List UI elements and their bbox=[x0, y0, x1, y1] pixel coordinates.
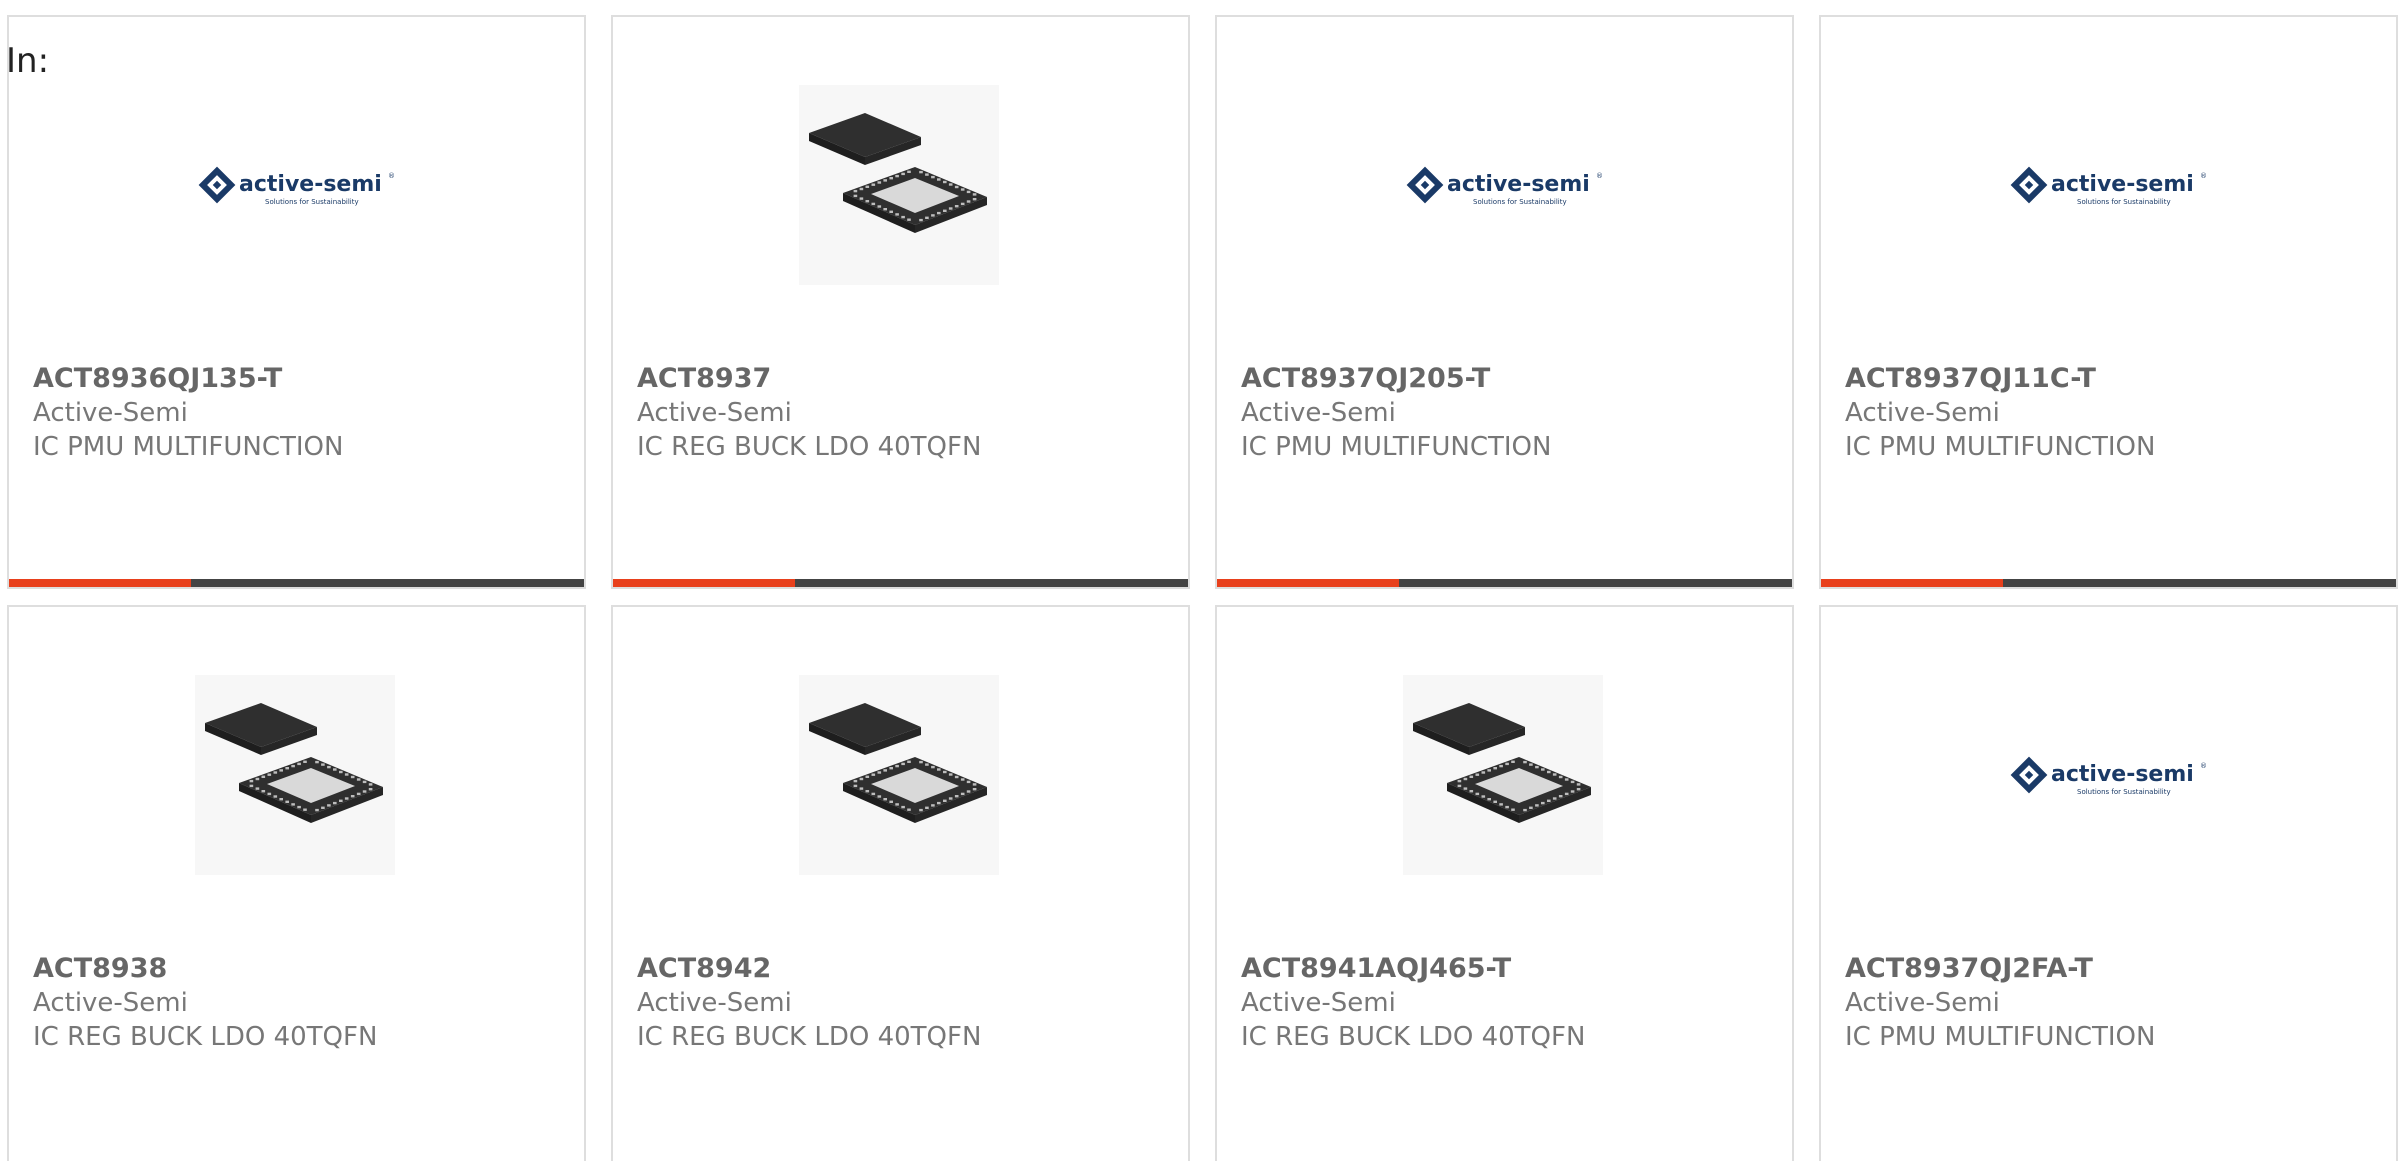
logo-tagline-text: Solutions for Sustainability bbox=[265, 198, 359, 206]
product-description: IC PMU MULTIFUNCTION bbox=[1241, 432, 1552, 462]
part-number[interactable]: ACT8937QJ11C-T bbox=[1845, 362, 2376, 396]
part-number[interactable]: ACT8942 bbox=[637, 952, 1168, 986]
active-semi-logo-icon: active-semiSolutions for Sustainability ® bbox=[2010, 166, 2207, 206]
qfn-chip-icon bbox=[195, 675, 395, 875]
product-description: IC PMU MULTIFUNCTION bbox=[33, 432, 344, 462]
product-info: ACT8937QJ205-T Active-Semi IC PMU MULTIFUN… bbox=[1241, 362, 1772, 464]
manufacturer: Active-Semi bbox=[1241, 988, 1396, 1018]
product-image[interactable] bbox=[799, 675, 999, 875]
product-image[interactable]: active-semi Solutions for Sustainability ® bbox=[2007, 85, 2207, 285]
bar-rest bbox=[795, 579, 1188, 587]
manufacturer: Active-Semi bbox=[637, 398, 792, 428]
bar-accent bbox=[1821, 579, 2003, 587]
active-semi-logo-icon: active-semiSolutions for Sustainability ® bbox=[2010, 756, 2207, 796]
svg-text:®: ® bbox=[1596, 172, 1603, 180]
product-image[interactable]: active-semi Solutions for Sustainability ® bbox=[195, 85, 395, 285]
logo-tagline-text: Solutions for Sustainability bbox=[2077, 788, 2171, 796]
bar-rest bbox=[1399, 579, 1792, 587]
svg-text:®: ® bbox=[2200, 762, 2207, 770]
bar-accent bbox=[613, 579, 795, 587]
product-description: IC PMU MULTIFUNCTION bbox=[1845, 1022, 2156, 1052]
product-card[interactable]: ACT8938 Active-Semi IC REG BUCK LDO 40TQFN bbox=[7, 605, 586, 1161]
product-info: ACT8942 Active-Semi IC REG BUCK LDO 40TQFN bbox=[637, 952, 1168, 1054]
product-card[interactable]: ACT8937 Active-Semi IC REG BUCK LDO 40TQFN bbox=[611, 15, 1190, 589]
card-bottom-bar bbox=[9, 579, 584, 587]
product-card[interactable]: active-semi Solutions for Sustainability ®… bbox=[7, 15, 586, 589]
active-semi-logo-icon: active-semiSolutions for Sustainability ® bbox=[1406, 166, 1603, 206]
product-info: ACT8936QJ135-T Active-Semi IC PMU MULTIFUN… bbox=[33, 362, 564, 464]
product-info: ACT8937 Active-Semi IC REG BUCK LDO 40TQFN bbox=[637, 362, 1168, 464]
part-number[interactable]: ACT8941AQJ465-T bbox=[1241, 952, 1772, 986]
manufacturer: Active-Semi bbox=[1845, 398, 2000, 428]
card-bottom-bar bbox=[1217, 579, 1792, 587]
product-image[interactable]: active-semi Solutions for Sustainability ® bbox=[2007, 675, 2207, 875]
logo-tagline-text: Solutions for Sustainability bbox=[1473, 198, 1567, 206]
bar-accent bbox=[1217, 579, 1399, 587]
product-card[interactable]: ACT8941AQJ465-T Active-Semi IC REG BUCK LD… bbox=[1215, 605, 1794, 1161]
product-info: ACT8941AQJ465-T Active-Semi IC REG BUCK LD… bbox=[1241, 952, 1772, 1054]
svg-text:®: ® bbox=[2200, 172, 2207, 180]
manufacturer: Active-Semi bbox=[1241, 398, 1396, 428]
qfn-chip-icon bbox=[1403, 675, 1603, 875]
product-description: IC PMU MULTIFUNCTION bbox=[1845, 432, 2156, 462]
qfn-chip-icon bbox=[799, 675, 999, 875]
part-number[interactable]: ACT8936QJ135-T bbox=[33, 362, 564, 396]
card-bottom-bar bbox=[613, 579, 1188, 587]
product-image[interactable] bbox=[1403, 675, 1603, 875]
card-bottom-bar bbox=[1821, 579, 2396, 587]
product-image[interactable] bbox=[195, 675, 395, 875]
product-image[interactable] bbox=[799, 85, 999, 285]
product-card[interactable]: active-semi Solutions for Sustainability ®… bbox=[1819, 605, 2398, 1161]
manufacturer: Active-Semi bbox=[1845, 988, 2000, 1018]
logo-brand-text: active-semi bbox=[2051, 172, 2194, 197]
bar-rest bbox=[191, 579, 584, 587]
manufacturer: Active-Semi bbox=[33, 398, 188, 428]
product-grid-page: In: active-semi Solutions for Sustainabil… bbox=[0, 0, 2400, 1161]
part-number[interactable]: ACT8937QJ2FA-T bbox=[1845, 952, 2376, 986]
manufacturer: Active-Semi bbox=[33, 988, 188, 1018]
product-description: IC REG BUCK LDO 40TQFN bbox=[1241, 1022, 1586, 1052]
product-info: ACT8937QJ2FA-T Active-Semi IC PMU MULTIFUN… bbox=[1845, 952, 2376, 1054]
product-image[interactable]: active-semi Solutions for Sustainability ® bbox=[1403, 85, 1603, 285]
active-semi-logo-icon: active-semiSolutions for Sustainability ® bbox=[198, 166, 395, 206]
svg-text:®: ® bbox=[388, 172, 395, 180]
product-description: IC REG BUCK LDO 40TQFN bbox=[637, 1022, 982, 1052]
logo-brand-text: active-semi bbox=[239, 172, 382, 197]
logo-brand-text: active-semi bbox=[2051, 762, 2194, 787]
qfn-chip-icon bbox=[799, 85, 999, 285]
part-number[interactable]: ACT8937 bbox=[637, 362, 1168, 396]
logo-tagline-text: Solutions for Sustainability bbox=[2077, 198, 2171, 206]
part-number[interactable]: ACT8938 bbox=[33, 952, 564, 986]
bar-rest bbox=[2003, 579, 2396, 587]
product-card[interactable]: ACT8942 Active-Semi IC REG BUCK LDO 40TQFN bbox=[611, 605, 1190, 1161]
product-card[interactable]: active-semi Solutions for Sustainability ®… bbox=[1215, 15, 1794, 589]
bar-accent bbox=[9, 579, 191, 587]
product-card[interactable]: active-semi Solutions for Sustainability ®… bbox=[1819, 15, 2398, 589]
product-info: ACT8938 Active-Semi IC REG BUCK LDO 40TQFN bbox=[33, 952, 564, 1054]
product-description: IC REG BUCK LDO 40TQFN bbox=[33, 1022, 378, 1052]
in-label: In: bbox=[6, 41, 50, 81]
product-description: IC REG BUCK LDO 40TQFN bbox=[637, 432, 982, 462]
part-number[interactable]: ACT8937QJ205-T bbox=[1241, 362, 1772, 396]
manufacturer: Active-Semi bbox=[637, 988, 792, 1018]
logo-brand-text: active-semi bbox=[1447, 172, 1590, 197]
product-info: ACT8937QJ11C-T Active-Semi IC PMU MULTIFUN… bbox=[1845, 362, 2376, 464]
